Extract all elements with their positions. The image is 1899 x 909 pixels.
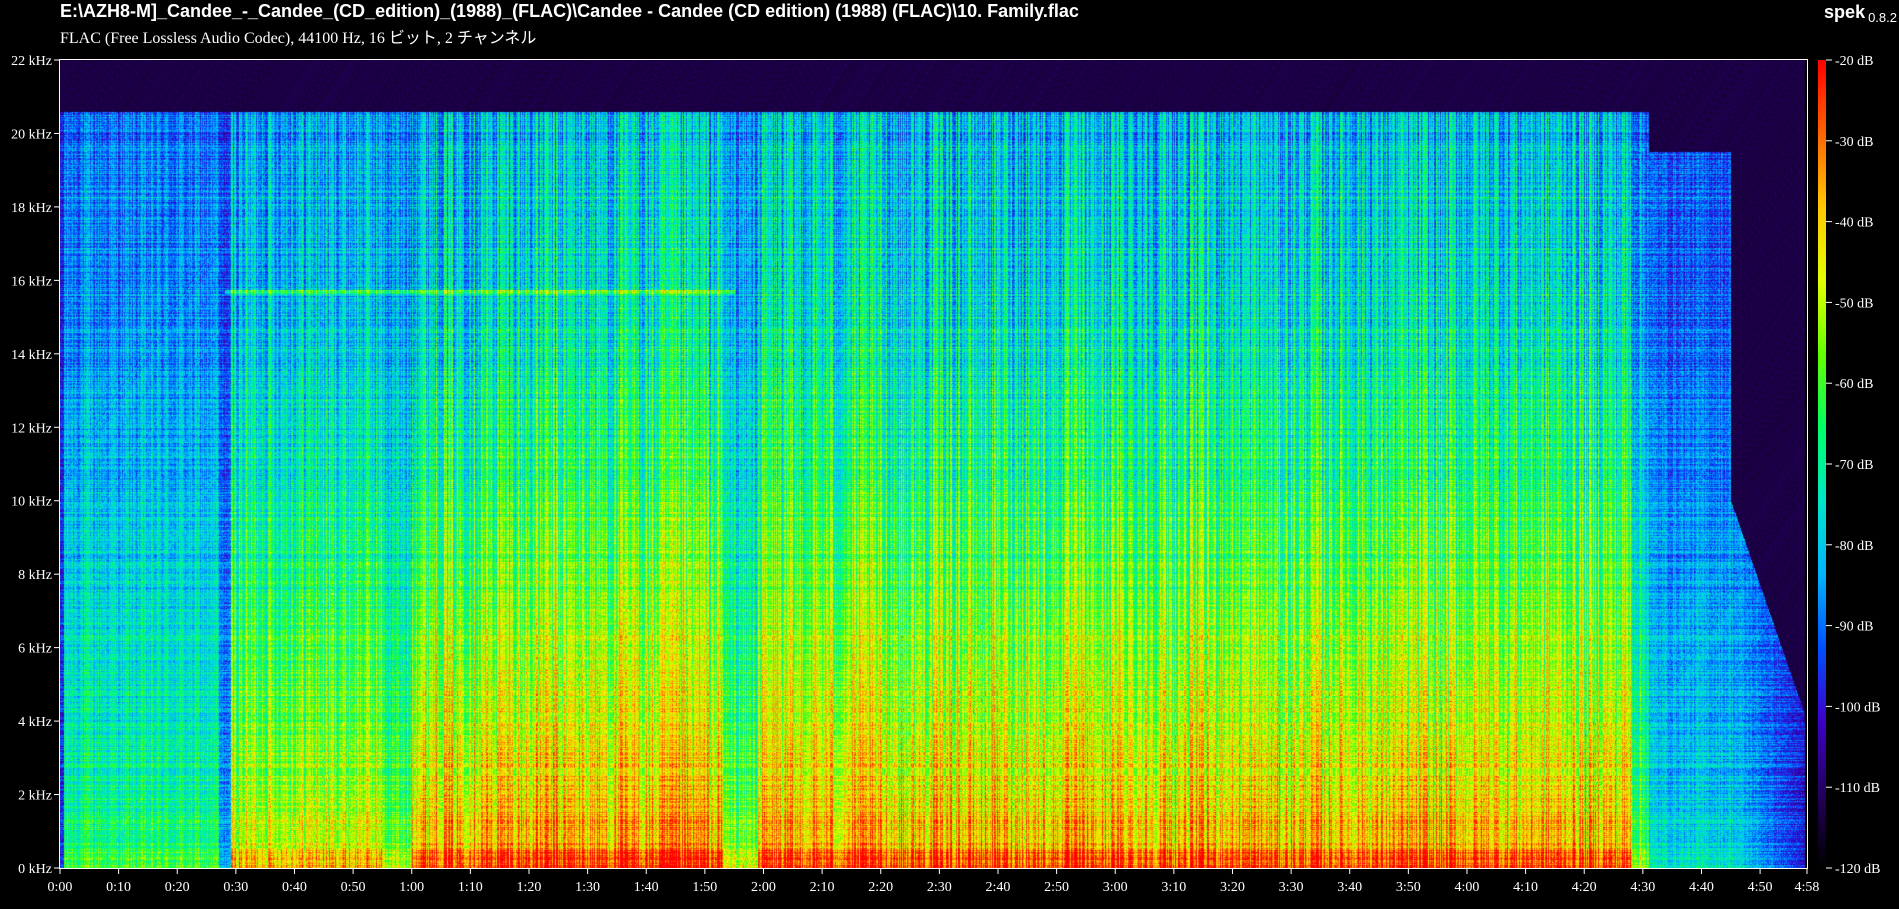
spectrogram-image bbox=[60, 60, 1807, 868]
time-tick-label: 1:10 bbox=[458, 880, 483, 895]
spectrogram-canvas-holder bbox=[60, 60, 1807, 868]
freq-tick-label: 10 kHz bbox=[11, 495, 52, 510]
freq-tick-label: 2 kHz bbox=[18, 789, 52, 804]
time-tick-label: 0:50 bbox=[341, 880, 366, 895]
db-tick-label: -20 dB bbox=[1835, 54, 1874, 69]
time-tick-label: 0:00 bbox=[48, 880, 73, 895]
db-tick-label: -80 dB bbox=[1835, 539, 1874, 554]
time-tick-label: 0:40 bbox=[282, 880, 307, 895]
frequency-axis: 0 kHz 2 kHz 4 kHz 6 kHz 8 kHz 10 kHz 12 kHz 14 … bbox=[11, 54, 60, 877]
db-color-bar bbox=[1818, 60, 1826, 868]
time-tick-label: 2:40 bbox=[986, 880, 1011, 895]
freq-tick-label: 16 kHz bbox=[11, 274, 52, 289]
db-tick-label: -120 dB bbox=[1835, 862, 1881, 877]
freq-tick-label: 6 kHz bbox=[18, 642, 52, 657]
time-tick-label: 3:20 bbox=[1220, 880, 1245, 895]
time-tick-label: 2:30 bbox=[927, 880, 952, 895]
freq-tick-label: 14 kHz bbox=[11, 348, 52, 363]
time-tick-label: 4:00 bbox=[1455, 880, 1480, 895]
time-tick-label: 4:40 bbox=[1689, 880, 1714, 895]
db-tick-label: -60 dB bbox=[1835, 377, 1874, 392]
time-tick-label: 4:20 bbox=[1572, 880, 1597, 895]
time-axis: 0:00 0:10 0:20 0:30 0:40 0:50 1:00 1:10 1:20 1:30… bbox=[48, 868, 1820, 895]
freq-tick-label: 22 kHz bbox=[11, 54, 52, 69]
spectrogram-view: 0 kHz 2 kHz 4 kHz 6 kHz 8 kHz 10 kHz 12 kHz 14 … bbox=[11, 54, 1881, 895]
db-tick-label: -100 dB bbox=[1835, 700, 1881, 715]
time-tick-label: 3:40 bbox=[1337, 880, 1362, 895]
time-tick-label: 1:50 bbox=[692, 880, 717, 895]
freq-tick-label: 18 kHz bbox=[11, 201, 52, 216]
time-tick-label: 2:50 bbox=[1044, 880, 1069, 895]
time-tick-label: 0:30 bbox=[223, 880, 248, 895]
db-tick-label: -50 dB bbox=[1835, 296, 1874, 311]
freq-tick-label: 12 kHz bbox=[11, 421, 52, 436]
db-tick-label: -90 dB bbox=[1835, 620, 1874, 635]
time-tick-label: 2:10 bbox=[810, 880, 835, 895]
time-tick-label: 4:58 bbox=[1795, 880, 1820, 895]
time-tick-label: 4:30 bbox=[1630, 880, 1655, 895]
time-tick-label: 3:00 bbox=[1103, 880, 1128, 895]
time-tick-label: 1:20 bbox=[517, 880, 542, 895]
db-tick-label: -70 dB bbox=[1835, 458, 1874, 473]
time-tick-label: 3:10 bbox=[1161, 880, 1186, 895]
time-tick-label: 3:30 bbox=[1279, 880, 1304, 895]
db-tick-label: -40 dB bbox=[1835, 216, 1874, 231]
freq-tick-label: 20 kHz bbox=[11, 127, 52, 142]
db-tick-label: -30 dB bbox=[1835, 135, 1874, 150]
time-tick-label: 2:20 bbox=[868, 880, 893, 895]
time-tick-label: 0:10 bbox=[106, 880, 131, 895]
freq-tick-label: 8 kHz bbox=[18, 568, 52, 583]
time-tick-label: 1:30 bbox=[575, 880, 600, 895]
db-scale-axis: -20 dB -30 dB -40 dB -50 dB -60 dB -70 dB -80 … bbox=[1826, 54, 1881, 877]
time-tick-label: 2:00 bbox=[751, 880, 776, 895]
freq-tick-label: 0 kHz bbox=[18, 862, 52, 877]
time-tick-label: 1:40 bbox=[634, 880, 659, 895]
db-tick-label: -110 dB bbox=[1835, 781, 1880, 796]
freq-tick-label: 4 kHz bbox=[18, 715, 52, 730]
time-tick-label: 4:50 bbox=[1748, 880, 1773, 895]
time-tick-label: 4:10 bbox=[1513, 880, 1538, 895]
time-tick-label: 1:00 bbox=[399, 880, 424, 895]
time-tick-label: 0:20 bbox=[165, 880, 190, 895]
time-tick-label: 3:50 bbox=[1396, 880, 1421, 895]
